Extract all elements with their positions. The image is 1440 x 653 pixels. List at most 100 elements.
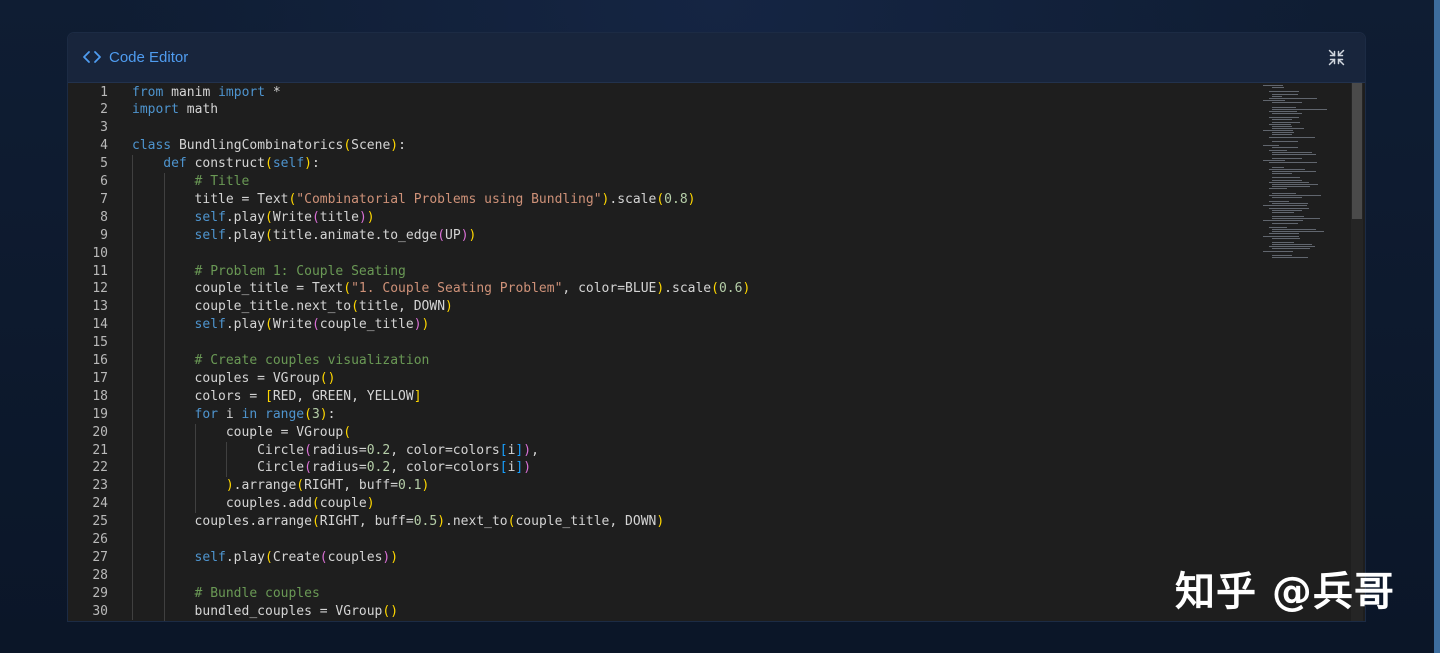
code-line[interactable]: couple_title.next_to(title, DOWN) [195, 298, 453, 316]
code-token: class [132, 138, 172, 154]
line-number: 28 [92, 567, 108, 583]
code-line[interactable]: # Problem 1: Couple Seating [195, 263, 406, 281]
minimap-line [1269, 194, 1321, 196]
vertical-scrollbar[interactable] [1351, 83, 1363, 621]
code-line[interactable]: couples.add(couple) [226, 495, 375, 513]
code-token: ( [437, 227, 446, 243]
code-token: .arrange [233, 478, 297, 494]
scrollbar-thumb[interactable] [1352, 83, 1362, 219]
minimap-line [1272, 102, 1302, 104]
code-token: bundled_couples = VGroup [194, 603, 383, 619]
code-line[interactable]: self.play(Write(couple_title)) [195, 316, 430, 334]
code-line[interactable]: couple_title = Text("1. Couple Seating P… [195, 280, 751, 298]
line-number: 1 [100, 84, 108, 100]
code-token: colors = [194, 388, 265, 404]
code-token: ) [390, 549, 399, 565]
code-token: couples [327, 549, 383, 565]
indent-guide [132, 155, 134, 621]
code-token: self [194, 549, 226, 565]
minimap-line [1272, 87, 1284, 89]
code-line[interactable]: colors = [RED, GREEN, YELLOW] [195, 388, 422, 406]
code-line[interactable]: self.play(Create(couples)) [195, 549, 399, 567]
minimap-line [1269, 123, 1291, 125]
code-editor[interactable]: 1 2 3 4 5 6 7 8 9 10 11 12 13 14 15 16 17 18 19 20 21 22 23 24 2… [68, 83, 1365, 621]
minimap[interactable] [1263, 83, 1353, 263]
code-token: ( [265, 156, 273, 172]
code-token: ( [343, 424, 352, 440]
code-line[interactable]: Circle(radius=0.2, color=colors[i]) [257, 459, 531, 477]
code-token: couples.arrange [194, 514, 312, 530]
code-token: ) [468, 227, 477, 243]
code-line[interactable]: self.play(Write(title)) [195, 209, 375, 227]
code-token: 0.6 [718, 281, 743, 297]
code-token: 0.1 [398, 478, 422, 494]
code-line[interactable]: class BundlingCombinatorics(Scene): [132, 137, 406, 155]
minimap-line [1269, 226, 1287, 228]
code-token: .play [225, 549, 265, 565]
code-token: ( [343, 138, 352, 154]
code-token: ( [304, 460, 312, 476]
line-number: 9 [100, 227, 108, 243]
code-token: ) [742, 281, 751, 297]
minimap-line [1269, 201, 1289, 203]
code-line[interactable]: self.play(title.animate.to_edge(UP)) [195, 227, 477, 245]
code-token: def [163, 156, 187, 172]
code-area[interactable]: from manim import * import math class Bund… [132, 83, 1262, 621]
code-token: # Title [194, 174, 250, 189]
minimap-line [1269, 162, 1317, 164]
code-brackets-icon [83, 51, 101, 63]
code-token: self [194, 209, 226, 225]
line-number: 23 [92, 478, 108, 494]
minimap-line [1272, 218, 1320, 220]
code-token: ) [358, 209, 367, 225]
code-token: .scale [664, 281, 712, 297]
minimap-line [1272, 173, 1292, 175]
code-line[interactable]: def construct(self): [163, 155, 320, 173]
line-number: 18 [92, 388, 108, 404]
code-line[interactable]: couples.arrange(RIGHT, buff=0.5).next_to… [195, 513, 665, 531]
code-token: ) [225, 478, 234, 494]
line-number: 2 [100, 102, 108, 118]
line-number: 16 [92, 353, 108, 368]
minimap-line [1272, 166, 1284, 168]
code-line[interactable]: for i in range(3): [195, 406, 336, 424]
code-token: ) [437, 514, 446, 530]
code-token: couples.add [225, 496, 312, 512]
code-token: ] [413, 388, 422, 404]
code-editor-panel: Code Editor 1 2 3 4 5 6 7 8 9 10 11 12 13 14 15 16 17 18 1… [68, 33, 1365, 621]
code-token: title.animate.to_edge [272, 227, 438, 243]
code-token: Circle [257, 460, 305, 476]
code-token: .play [225, 227, 265, 243]
line-number: 19 [92, 406, 108, 422]
code-token: ( [311, 209, 320, 225]
code-line[interactable]: Circle(radius=0.2, color=colors[i]), [257, 442, 539, 460]
code-token: ) [304, 156, 312, 172]
code-token: : [398, 138, 406, 154]
code-line[interactable]: from manim import * [132, 84, 281, 102]
code-token: 0.5 [413, 514, 438, 530]
code-line[interactable]: title = Text ("Combinatorial Problems usi… [195, 191, 696, 209]
line-number: 11 [92, 263, 108, 279]
code-line[interactable]: # Title [195, 173, 250, 191]
code-line[interactable]: ).arrange(RIGHT, buff=0.1) [226, 477, 430, 495]
collapse-arrows-icon[interactable] [1328, 49, 1345, 66]
code-line[interactable]: couple = VGroup( [226, 424, 351, 442]
code-token: ) [687, 191, 696, 207]
minimap-line [1272, 196, 1302, 198]
code-token: .next_to [445, 514, 508, 530]
line-number: 3 [100, 120, 108, 136]
line-number: 15 [92, 335, 108, 351]
line-number: 25 [92, 514, 108, 530]
minimap-line [1272, 203, 1308, 205]
code-line[interactable]: import math [132, 101, 218, 119]
minimap-line [1269, 117, 1299, 119]
line-number: 6 [100, 174, 108, 189]
code-token: ) [523, 442, 532, 458]
code-line[interactable]: # Create couples visualization [195, 352, 430, 370]
code-token: Circle [257, 442, 305, 458]
code-line[interactable]: couples = VGroup() [195, 370, 336, 388]
code-line[interactable]: # Bundle couples [195, 585, 320, 603]
code-token: [ [499, 460, 508, 476]
code-line[interactable]: bundled_couples = VGroup() [195, 603, 399, 621]
